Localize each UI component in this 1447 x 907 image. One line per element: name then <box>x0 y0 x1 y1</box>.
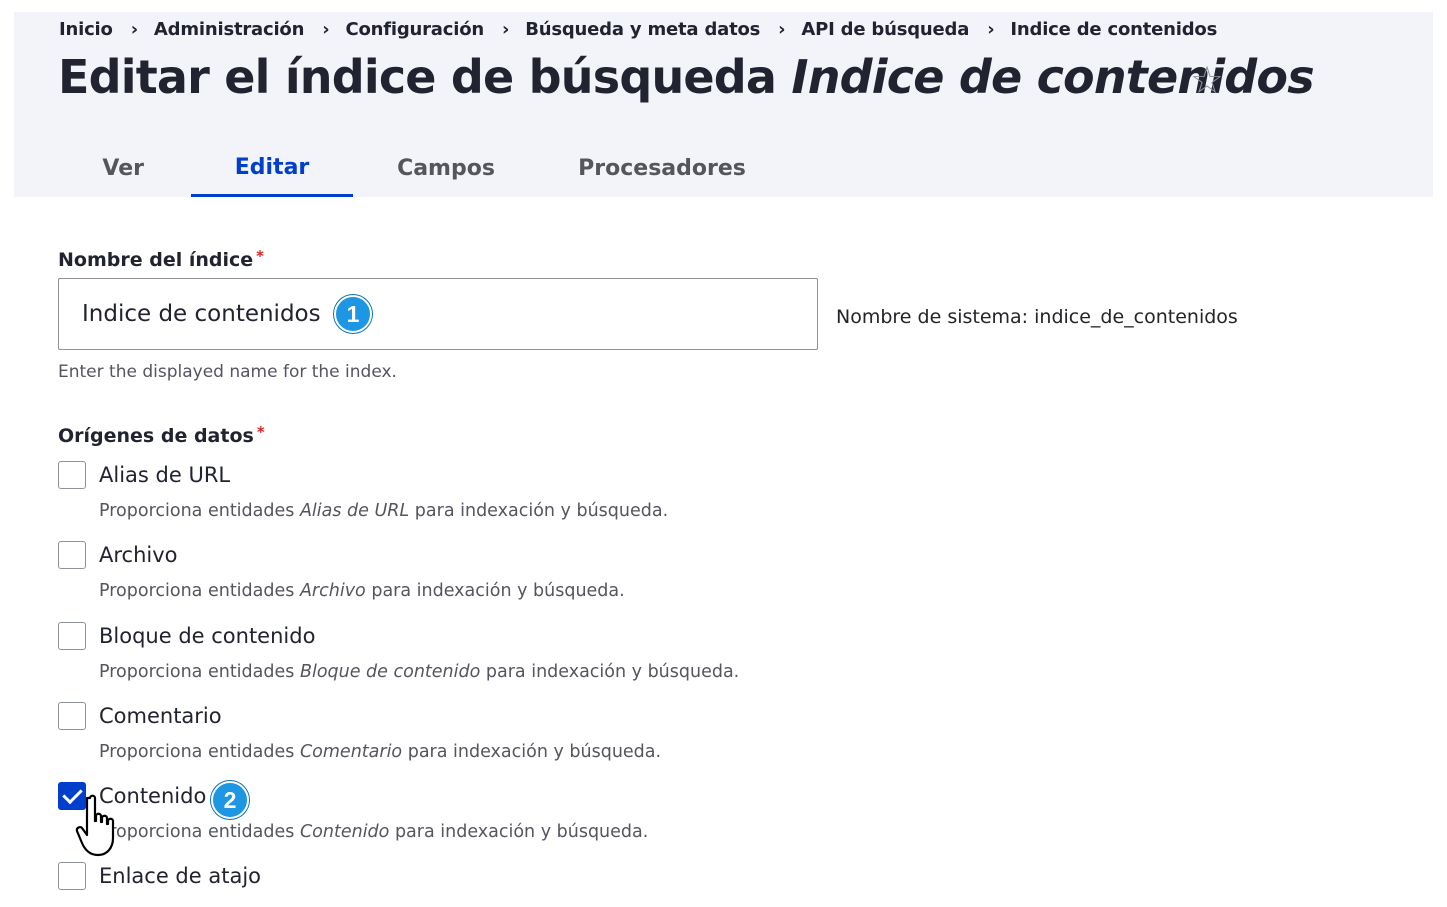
datasource-label[interactable]: Bloque de contenido <box>99 622 315 650</box>
datasource-label[interactable]: Comentario <box>99 702 222 730</box>
breadcrumb-item-inicio[interactable]: Inicio <box>59 19 113 40</box>
datasource-description: Proporciona entidades Alias de URL para … <box>99 501 669 521</box>
page-title-prefix: Editar el índice de búsqueda <box>58 50 777 104</box>
breadcrumb-separator: › <box>987 19 995 40</box>
datasource-label[interactable]: Enlace de atajo <box>99 862 261 890</box>
step-badge-1: 1 <box>334 295 372 333</box>
tab-bar: Ver Editar Campos Procesadores <box>14 140 785 197</box>
required-marker: * <box>256 423 265 441</box>
breadcrumb-separator: › <box>130 19 138 40</box>
breadcrumb: Inicio › Administración › Configuración … <box>59 19 1217 40</box>
index-name-label: Nombre del índice * <box>58 247 264 271</box>
datasource-description: Proporciona entidades Comentario para in… <box>99 742 662 762</box>
datasource-checkbox[interactable] <box>58 862 86 890</box>
page-title: Editar el índice de búsqueda Indice de c… <box>58 50 1315 104</box>
breadcrumb-separator: › <box>322 19 330 40</box>
hand-pointer-cursor-icon <box>75 794 115 857</box>
breadcrumb-item-api-busqueda[interactable]: API de búsqueda <box>801 19 969 40</box>
datasource-checkbox[interactable] <box>58 622 86 650</box>
page-title-index-name: Indice de contenidos <box>791 50 1314 104</box>
breadcrumb-item-indice[interactable]: Indice de contenidos <box>1010 19 1217 40</box>
datasource-label[interactable]: Archivo <box>99 541 178 569</box>
breadcrumb-separator: › <box>501 19 510 40</box>
tab-ver[interactable]: Ver <box>14 140 191 197</box>
star-icon[interactable]: ☆ <box>1190 58 1224 102</box>
breadcrumb-separator: › <box>778 19 786 40</box>
machine-name: Nombre de sistema: indice_de_contenidos <box>836 306 1238 328</box>
page-header: Inicio › Administración › Configuración … <box>14 12 1433 197</box>
breadcrumb-item-busqueda-metadatos[interactable]: Búsqueda y meta datos <box>525 19 760 40</box>
tab-campos[interactable]: Campos <box>353 140 539 197</box>
datasource-description: Proporciona entidades Bloque de contenid… <box>99 662 740 682</box>
breadcrumb-item-administracion[interactable]: Administración <box>154 19 304 40</box>
datasource-description: Proporciona entidades Contenido para ind… <box>99 822 649 842</box>
datasource-label[interactable]: Alias de URL <box>99 461 230 489</box>
datasource-checkbox[interactable] <box>58 541 86 569</box>
datasources-label: Orígenes de datos * <box>58 423 265 447</box>
datasource-checkbox[interactable] <box>58 461 86 489</box>
tab-editar[interactable]: Editar <box>191 140 353 197</box>
step-badge-2: 2 <box>211 781 249 819</box>
breadcrumb-item-configuracion[interactable]: Configuración <box>345 19 484 40</box>
datasource-checkbox[interactable] <box>58 702 86 730</box>
index-name-help: Enter the displayed name for the index. <box>58 362 397 382</box>
required-marker: * <box>256 247 264 265</box>
datasource-description: Proporciona entidades Archivo para index… <box>99 581 625 601</box>
tab-procesadores[interactable]: Procesadores <box>539 140 785 197</box>
index-name-input[interactable] <box>58 278 818 350</box>
